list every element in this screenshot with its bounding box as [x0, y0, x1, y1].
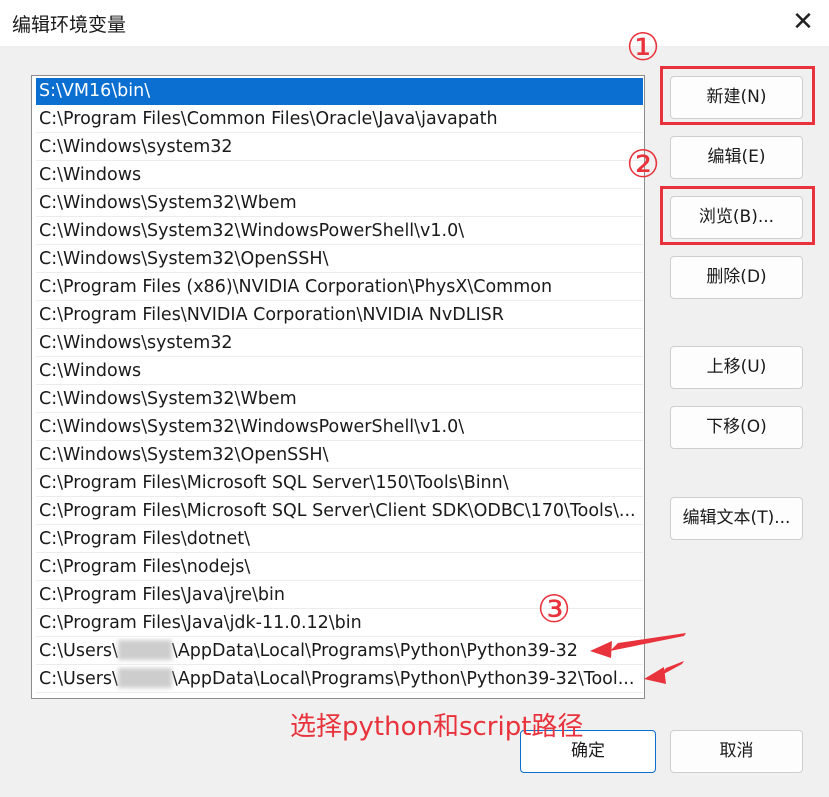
list-item[interactable]: C:\Program Files\NVIDIA Corporation\NVID… — [36, 302, 643, 329]
edit-button[interactable]: 编辑(E) — [670, 136, 803, 179]
list-item[interactable]: C:\Windows\System32\Wbem — [36, 386, 643, 413]
annotation-marker-2: ② — [626, 142, 661, 186]
list-item[interactable]: C:\Windows — [36, 162, 643, 189]
list-item-label: C:\Windows\System32\Wbem — [39, 193, 297, 213]
delete-button[interactable]: 删除(D) — [670, 256, 803, 299]
list-item-label: C:\Windows\System32\Wbem — [39, 389, 297, 409]
list-item[interactable]: C:\Users\ \AppData\Local\Programs\Python\… — [36, 638, 643, 665]
list-item[interactable]: C:\Windows\System32\Wbem — [36, 190, 643, 217]
annotation-marker-1: ① — [626, 25, 661, 69]
list-item-label: C:\Windows\system32 — [39, 137, 233, 157]
list-item-label: C:\Program Files\Microsoft SQL Server\Cl… — [39, 501, 636, 521]
list-item[interactable]: C:\Program Files\Microsoft SQL Server\Cl… — [36, 498, 643, 525]
title-bar: 编辑环境变量 ✕ — [0, 0, 829, 46]
list-item[interactable]: C:\Users\ \AppData\Local\Programs\Python\… — [36, 666, 643, 693]
list-item[interactable]: C:\Program Files (x86)\NVIDIA Corporatio… — [36, 274, 643, 301]
list-item-label: C:\Windows — [39, 361, 142, 381]
list-item-label: S:\VM16\bin\ — [39, 81, 151, 101]
list-item-label: C:\Program Files (x86)\NVIDIA Corporatio… — [39, 277, 553, 297]
list-item[interactable]: S:\VM16\bin\ — [36, 78, 643, 105]
list-item[interactable]: C:\Program Files\dotnet\ — [36, 526, 643, 553]
browse-button[interactable]: 浏览(B)... — [670, 196, 803, 239]
list-item[interactable]: C:\Windows\System32\OpenSSH\ — [36, 246, 643, 273]
move-down-button[interactable]: 下移(O) — [670, 406, 803, 449]
list-item-label: C:\Windows\System32\WindowsPowerShell\v1… — [39, 417, 465, 437]
list-item-label: C:\Program Files\nodejs\ — [39, 557, 251, 577]
list-item[interactable]: C:\Windows\system32 — [36, 134, 643, 161]
annotation-note: 选择python和script路径 — [290, 712, 584, 742]
list-item-label: C:\Windows\system32 — [39, 333, 233, 353]
list-item[interactable]: C:\Windows — [36, 358, 643, 385]
redacted-username — [117, 668, 172, 688]
annotation-marker-3: ③ — [537, 587, 572, 631]
new-button[interactable]: 新建(N) — [670, 76, 803, 119]
redacted-username — [117, 640, 172, 660]
move-up-button[interactable]: 上移(U) — [670, 346, 803, 389]
list-item-label: C:\Program Files\dotnet\ — [39, 529, 250, 549]
list-item[interactable]: C:\Program Files\nodejs\ — [36, 554, 643, 581]
list-item[interactable]: C:\Program Files\Microsoft SQL Server\15… — [36, 470, 643, 497]
list-item-label-suffix: \AppData\Local\Programs\Python\Python39-… — [171, 641, 578, 661]
list-item[interactable]: C:\Program Files\Common Files\Oracle\Jav… — [36, 106, 643, 133]
list-item-label: C:\Program Files\Microsoft SQL Server\15… — [39, 473, 509, 493]
list-item[interactable]: C:\Windows\System32\OpenSSH\ — [36, 442, 643, 469]
list-item-label: C:\Program Files\Common Files\Oracle\Jav… — [39, 109, 498, 129]
close-icon[interactable]: ✕ — [786, 5, 820, 39]
window-title: 编辑环境变量 — [12, 14, 127, 36]
list-item-label: C:\Windows\System32\WindowsPowerShell\v1… — [39, 221, 465, 241]
list-item-label: C:\Windows\System32\OpenSSH\ — [39, 445, 329, 465]
list-item-label-suffix: \AppData\Local\Programs\Python\Python39-… — [171, 669, 635, 689]
list-item-label: C:\Windows — [39, 165, 142, 185]
list-item-label-prefix: C:\Users\ — [39, 641, 118, 661]
list-item-label: C:\Program Files\Java\jre\bin — [39, 585, 285, 605]
list-item-label: C:\Program Files\Java\jdk-11.0.12\bin — [39, 613, 362, 633]
list-item[interactable]: C:\Windows\System32\WindowsPowerShell\v1… — [36, 218, 643, 245]
list-item[interactable]: C:\Windows\system32 — [36, 330, 643, 357]
list-item[interactable]: C:\Windows\System32\WindowsPowerShell\v1… — [36, 414, 643, 441]
cancel-button[interactable]: 取消 — [670, 730, 803, 773]
list-item-label-prefix: C:\Users\ — [39, 669, 118, 689]
list-item-label: C:\Program Files\NVIDIA Corporation\NVID… — [39, 305, 504, 325]
list-item-label: C:\Windows\System32\OpenSSH\ — [39, 249, 329, 269]
edit-text-button[interactable]: 编辑文本(T)... — [670, 497, 803, 540]
